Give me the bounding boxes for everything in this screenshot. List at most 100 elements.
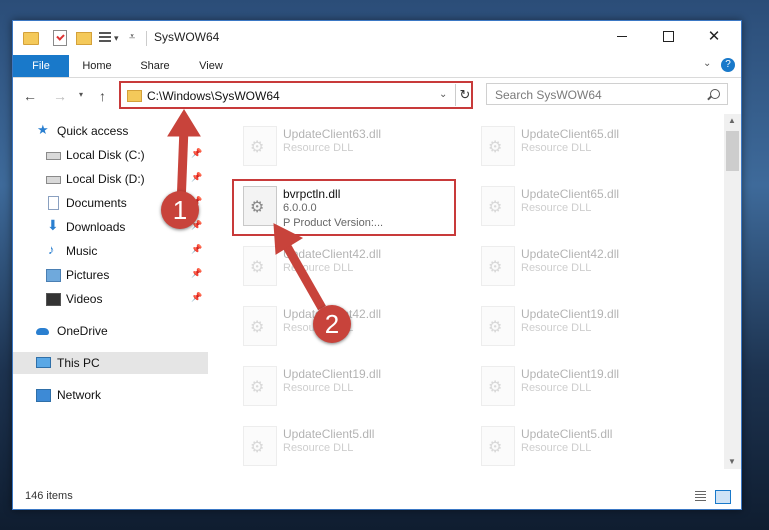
folder-icon <box>127 90 142 102</box>
drive-icon <box>46 176 61 184</box>
file-item[interactable]: UpdateClient63.dll Resource DLL <box>235 120 465 170</box>
dll-file-icon <box>481 126 515 166</box>
dll-file-icon <box>481 186 515 226</box>
scroll-down-icon[interactable]: ▼ <box>728 457 736 466</box>
sidebar-item-label: Music <box>66 244 98 258</box>
dll-file-icon <box>481 366 515 406</box>
sidebar-item-label: Network <box>57 388 102 402</box>
file-name: UpdateClient5.dll <box>521 427 613 441</box>
file-name: UpdateClient65.dll <box>521 187 620 201</box>
close-button[interactable]: ✕ <box>691 21 737 51</box>
sidebar-item-label: Quick access <box>57 124 129 138</box>
sidebar-item-pictures[interactable]: Pictures 📌 <box>13 264 208 286</box>
step-badge-2: 2 <box>313 305 351 343</box>
step-badge-1: 1 <box>161 191 199 229</box>
file-type: Resource DLL <box>521 442 592 454</box>
file-type: Resource DLL <box>521 202 592 214</box>
sidebar-item-quick-access[interactable]: ★ Quick access <box>13 120 208 142</box>
back-arrow-icon[interactable]: ← <box>23 88 37 104</box>
window-title: SysWOW64 <box>154 30 220 44</box>
sidebar-item-music[interactable]: ♪ Music 📌 <box>13 240 208 262</box>
pin-icon[interactable]: 📌 <box>191 268 202 279</box>
close-icon: ✕ <box>707 28 721 45</box>
tab-share[interactable]: Share <box>135 55 175 77</box>
file-type: Resource DLL <box>283 442 354 454</box>
view-icon[interactable] <box>99 32 111 44</box>
tab-view[interactable]: View <box>191 55 231 77</box>
tab-home[interactable]: Home <box>77 55 117 77</box>
sidebar-item-label: Downloads <box>66 220 126 234</box>
file-item[interactable]: UpdateClient42.dll Resource DLL <box>473 240 703 290</box>
file-item[interactable]: UpdateClient19.dll Resource DLL <box>473 300 703 350</box>
file-item[interactable]: UpdateClient65.dll Resource DLL <box>473 180 703 230</box>
sidebar-item-label: Videos <box>66 292 103 306</box>
file-item[interactable]: UpdateClient42.dll Resource DLL <box>235 240 465 290</box>
sidebar-item-onedrive[interactable]: OneDrive <box>13 320 208 342</box>
vertical-scrollbar[interactable]: ▲ ▼ <box>724 114 741 469</box>
dll-file-icon <box>243 126 277 166</box>
sidebar-item-local-disk-c[interactable]: Local Disk (C:) 📌 <box>13 144 208 166</box>
navigation-pane: ★ Quick access Local Disk (C:) 📌 Local D… <box>13 114 208 469</box>
explorer-window: ▾ ⩡ SysWOW64 ✕ File Home Share View ⌄ ? … <box>12 20 742 510</box>
pin-icon[interactable]: 📌 <box>191 148 202 159</box>
search-icon[interactable] <box>710 89 720 99</box>
file-item[interactable]: UpdateClient19.dll Resource DLL <box>235 360 465 410</box>
chevron-down-icon[interactable]: ⌄ <box>439 89 447 100</box>
sidebar-item-network[interactable]: Network <box>13 384 208 406</box>
recent-locations-icon[interactable]: ▾ <box>79 90 83 99</box>
file-type: Resource DLL <box>283 142 354 154</box>
new-folder-icon[interactable] <box>76 32 92 45</box>
file-type: Resource DLL <box>521 262 592 274</box>
customize-toolbar-icon[interactable]: ⩡ <box>129 31 135 47</box>
up-arrow-icon[interactable]: ↑ <box>99 88 106 104</box>
dll-file-icon <box>243 246 277 286</box>
search-input[interactable]: Search SysWOW64 <box>486 83 728 105</box>
folder-icon <box>23 32 39 45</box>
navigation-bar: ← → ▾ ↑ C:\Windows\SysWOW64 ⌄ ↻ Search S… <box>13 78 741 114</box>
large-icons-view-icon[interactable] <box>715 490 731 504</box>
star-icon: ★ <box>37 122 49 137</box>
pin-icon[interactable]: 📌 <box>191 172 202 183</box>
pin-icon[interactable]: 📌 <box>191 244 202 255</box>
status-bar: 146 items <box>13 486 741 509</box>
scroll-up-icon[interactable]: ▲ <box>728 116 736 125</box>
pin-icon[interactable]: 📌 <box>191 292 202 303</box>
sidebar-item-label: Pictures <box>66 268 110 282</box>
scrollbar-thumb[interactable] <box>726 131 739 171</box>
dll-file-icon <box>481 306 515 346</box>
properties-icon[interactable] <box>53 30 67 46</box>
sidebar-item-this-pc[interactable]: This PC <box>13 352 208 374</box>
sidebar-item-label: Documents <box>66 196 127 210</box>
help-icon[interactable]: ? <box>721 58 735 72</box>
maximize-button[interactable] <box>645 21 691 51</box>
file-item[interactable]: UpdateClient19.dll Resource DLL <box>473 360 703 410</box>
computer-icon <box>36 357 51 368</box>
video-icon <box>46 293 61 306</box>
refresh-icon[interactable]: ↻ <box>455 84 474 106</box>
file-item[interactable]: UpdateClient5.dll Resource DLL <box>235 420 465 469</box>
network-icon <box>36 389 51 402</box>
sidebar-item-label: This PC <box>57 356 100 370</box>
file-type: Resource DLL <box>283 262 354 274</box>
tab-file[interactable]: File <box>13 55 69 77</box>
file-name: UpdateClient65.dll <box>521 127 620 141</box>
ribbon-tabs: File Home Share View ⌄ ? <box>13 55 741 78</box>
forward-arrow-icon[interactable]: → <box>53 88 67 104</box>
chevron-down-icon[interactable]: ▾ <box>114 33 119 49</box>
title-divider <box>146 31 147 46</box>
title-bar: ▾ ⩡ SysWOW64 ✕ <box>13 21 741 55</box>
maximize-icon <box>662 30 674 42</box>
address-bar[interactable]: C:\Windows\SysWOW64 ⌄ ↻ <box>119 81 473 109</box>
address-path[interactable]: C:\Windows\SysWOW64 <box>147 89 280 103</box>
sidebar-item-videos[interactable]: Videos 📌 <box>13 288 208 310</box>
dll-file-icon <box>243 366 277 406</box>
sidebar-item-label: OneDrive <box>57 324 108 338</box>
sidebar-item-local-disk-d[interactable]: Local Disk (D:) 📌 <box>13 168 208 190</box>
document-icon <box>48 196 59 210</box>
details-view-icon[interactable] <box>695 491 706 501</box>
minimize-button[interactable] <box>599 21 645 51</box>
file-item[interactable]: UpdateClient65.dll Resource DLL <box>473 120 703 170</box>
file-item[interactable]: UpdateClient5.dll Resource DLL <box>473 420 703 469</box>
expand-ribbon-icon[interactable]: ⌄ <box>703 58 711 69</box>
pictures-icon <box>46 269 61 282</box>
